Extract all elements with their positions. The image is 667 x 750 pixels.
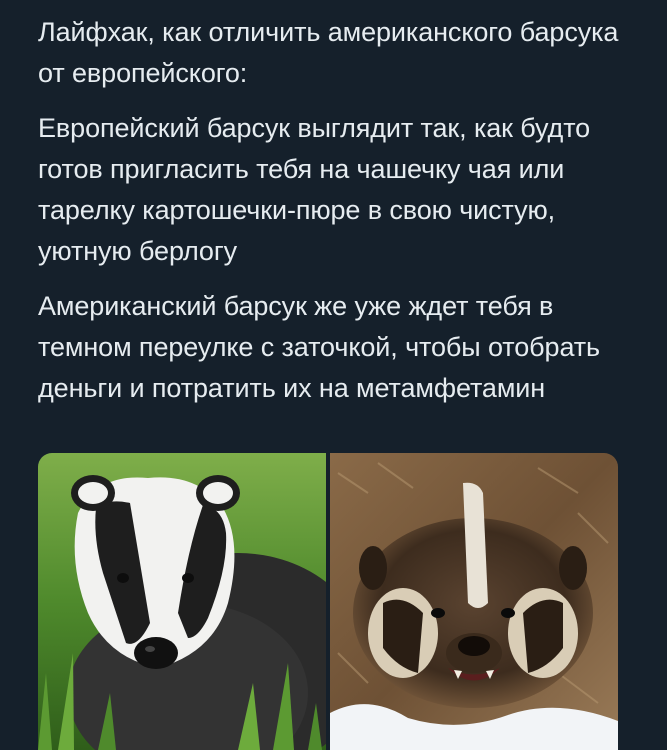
tweet-media[interactable]: [38, 453, 618, 750]
tweet-paragraph-intro: Лайфхак, как отличить американского барс…: [38, 17, 619, 88]
european-badger-photo[interactable]: [38, 453, 368, 750]
tweet-paragraph-european: Европейский барсук выглядит так, как буд…: [38, 113, 591, 266]
tweet-post: Лайфхак, как отличить американского барс…: [0, 0, 667, 750]
american-badger-photo[interactable]: [330, 453, 618, 750]
tweet-paragraph-american: Американский барсук же уже ждет тебя в т…: [38, 291, 601, 403]
